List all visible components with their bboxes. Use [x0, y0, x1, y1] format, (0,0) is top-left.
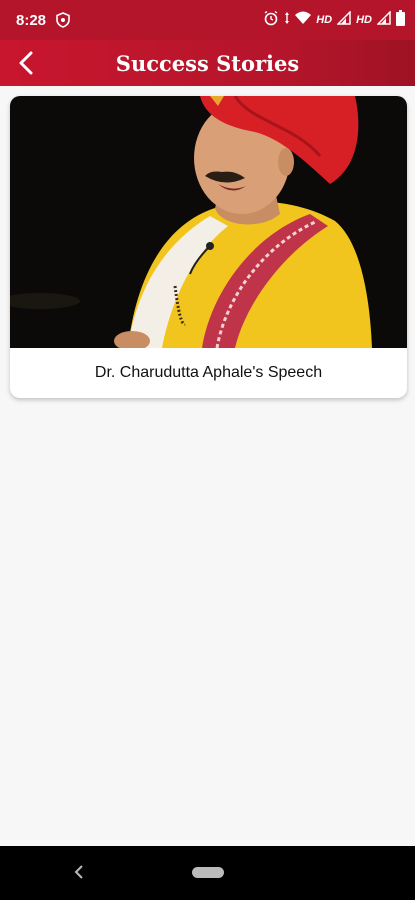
app-bar: Success Stories: [0, 40, 415, 86]
hd-label: HD: [316, 14, 333, 26]
status-time: 8:28: [16, 11, 47, 29]
page-title: Success Stories: [115, 50, 300, 76]
alarm-icon: [263, 10, 279, 31]
story-image: [10, 96, 407, 348]
signal-icon-2: [376, 9, 391, 30]
nav-back-icon[interactable]: [74, 864, 84, 880]
story-card[interactable]: Dr. Charudutta Aphale's Speech: [10, 96, 407, 398]
status-bar: 8:28 HD HD: [0, 0, 415, 40]
data-arrows-icon: [284, 11, 290, 30]
story-title: Dr. Charudutta Aphale's Speech: [94, 364, 323, 381]
chevron-left-icon: [19, 51, 33, 75]
wifi-icon: [295, 11, 312, 30]
nav-home-pill[interactable]: [192, 867, 224, 878]
back-button[interactable]: [10, 47, 42, 79]
battery-icon: [396, 9, 405, 31]
hd-label-2: HD: [356, 14, 372, 26]
signal-icon: [336, 9, 351, 30]
shield-icon: [56, 12, 70, 28]
status-icons: HD HD: [263, 9, 405, 31]
